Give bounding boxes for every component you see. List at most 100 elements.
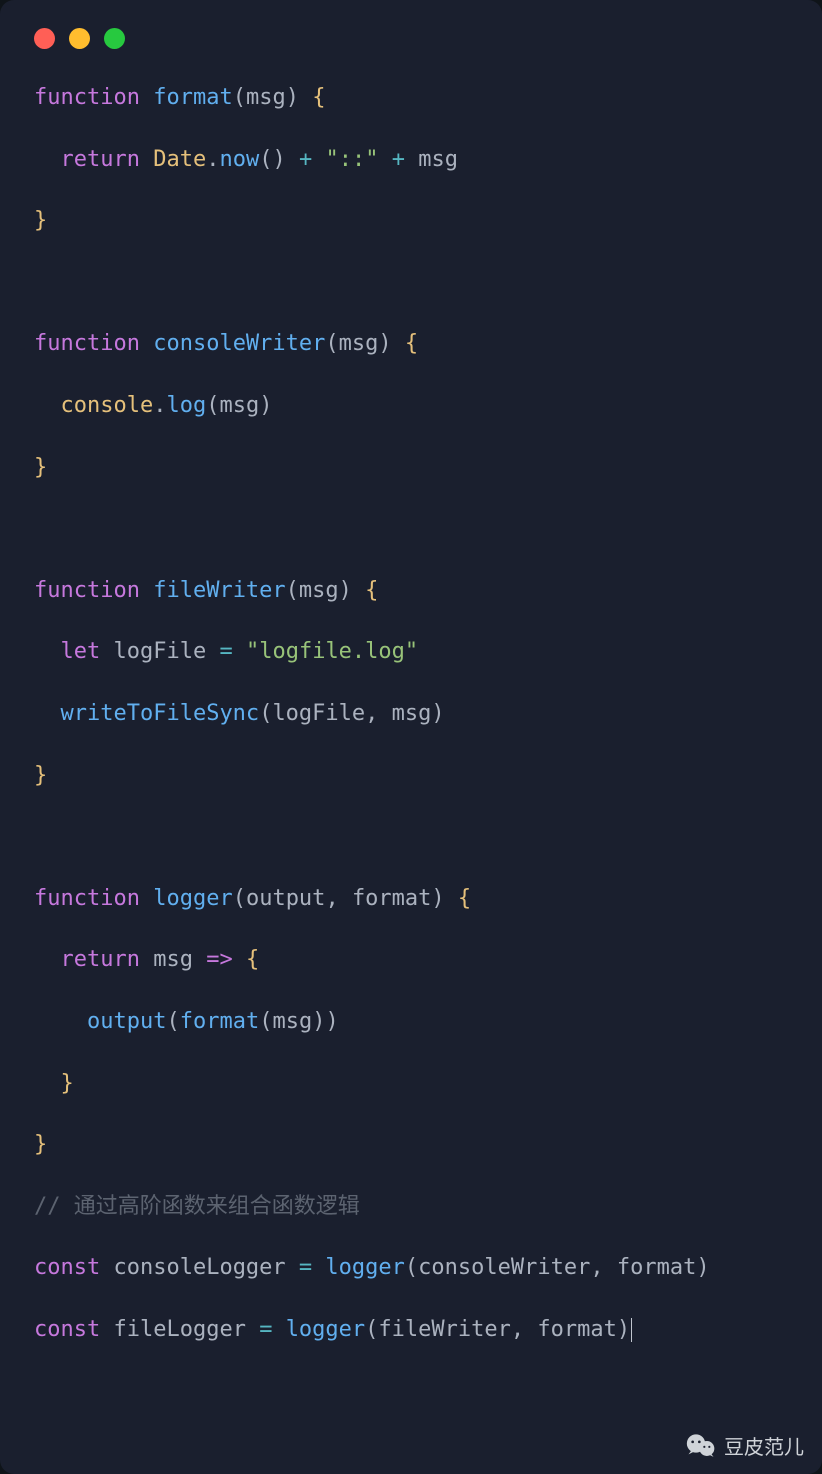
code-line[interactable]: function fileWriter(msg) { [34,576,788,607]
code-token: ( [206,393,219,418]
code-line[interactable]: function format(msg) { [34,83,788,114]
code-token [34,947,61,972]
code-line[interactable] [34,514,788,545]
code-token: console [61,393,154,418]
code-token [272,1317,285,1342]
code-line[interactable]: } [34,206,788,237]
code-line[interactable]: function consoleWriter(msg) { [34,329,788,360]
code-token: + [299,147,312,172]
code-token: "logfile.log" [246,639,418,664]
watermark: 豆皮范儿 [686,1431,804,1460]
code-line[interactable] [34,791,788,822]
code-line[interactable]: writeToFileSync(logFile, msg) [34,699,788,730]
code-token [233,639,246,664]
code-line[interactable] [34,237,788,268]
code-token: writeToFileSync [61,701,260,726]
close-icon[interactable] [34,28,55,49]
code-line[interactable] [34,822,788,853]
code-line[interactable]: // 通过高阶函数来组合函数逻辑 [34,1192,788,1223]
code-line[interactable]: } [34,1130,788,1161]
code-line[interactable] [34,175,788,206]
code-token: = [299,1255,312,1280]
code-token: function [34,85,140,110]
code-line[interactable] [34,730,788,761]
code-token: ( [325,331,338,356]
code-token [100,1317,113,1342]
code-token: format [352,886,431,911]
code-token [140,85,153,110]
code-token: Date [153,147,206,172]
code-token: } [34,208,47,233]
code-line[interactable] [34,853,788,884]
code-line[interactable] [34,976,788,1007]
code-token: . [153,393,166,418]
code-line[interactable] [34,1099,788,1130]
code-line[interactable] [34,422,788,453]
code-line[interactable] [34,268,788,299]
code-line[interactable] [34,1038,788,1069]
code-token: fileLogger [113,1317,245,1342]
code-line[interactable]: let logFile = "logfile.log" [34,637,788,668]
code-token [140,886,153,911]
code-line[interactable]: } [34,453,788,484]
code-token: ( [166,1009,179,1034]
code-token: function [34,886,140,911]
code-token: let [61,639,101,664]
code-token: msg [339,331,379,356]
code-token: . [206,147,219,172]
watermark-label: 豆皮范儿 [724,1431,804,1460]
code-token [233,947,246,972]
code-line[interactable]: const fileLogger = logger(fileWriter, fo… [34,1315,788,1346]
code-line[interactable] [34,545,788,576]
minimize-icon[interactable] [69,28,90,49]
code-token: ) [259,393,272,418]
code-line[interactable]: } [34,1069,788,1100]
code-token [100,639,113,664]
code-token: = [219,639,232,664]
code-token: const [34,1317,100,1342]
code-token: const [34,1255,100,1280]
code-token [140,578,153,603]
code-token: format [180,1009,259,1034]
code-token: ( [405,1255,418,1280]
code-token: , [590,1255,617,1280]
code-token [34,639,61,664]
code-line[interactable] [34,1284,788,1315]
code-token: msg [219,393,259,418]
code-line[interactable] [34,607,788,638]
code-token: logFile [272,701,365,726]
code-token: logger [286,1317,365,1342]
code-token: msg [418,147,458,172]
code-line[interactable]: return Date.now() + "::" + msg [34,145,788,176]
code-token: consoleWriter [418,1255,590,1280]
code-window: function format(msg) { return Date.now()… [0,0,822,1474]
code-line[interactable] [34,668,788,699]
code-line[interactable] [34,1222,788,1253]
maximize-icon[interactable] [104,28,125,49]
code-token: msg [153,947,193,972]
code-token [140,147,153,172]
code-line[interactable]: function logger(output, format) { [34,884,788,915]
code-token: { [405,331,418,356]
code-token [34,393,61,418]
text-cursor [631,1318,632,1342]
code-line[interactable] [34,360,788,391]
code-line[interactable]: } [34,761,788,792]
code-line[interactable]: const consoleLogger = logger(consoleWrit… [34,1253,788,1284]
code-line[interactable] [34,1161,788,1192]
code-line[interactable]: output(format(msg)) [34,1007,788,1038]
code-line[interactable] [34,299,788,330]
code-line[interactable]: console.log(msg) [34,391,788,422]
code-token: msg [272,1009,312,1034]
code-editor[interactable]: function format(msg) { return Date.now()… [0,59,822,1346]
code-token: function [34,578,140,603]
code-line[interactable] [34,483,788,514]
code-line[interactable]: return msg => { [34,945,788,976]
code-token: format [617,1255,696,1280]
code-token: } [61,1071,74,1096]
window-titlebar [0,0,822,59]
code-line[interactable] [34,915,788,946]
code-token: msg [246,85,286,110]
code-token: logger [325,1255,404,1280]
code-line[interactable] [34,114,788,145]
